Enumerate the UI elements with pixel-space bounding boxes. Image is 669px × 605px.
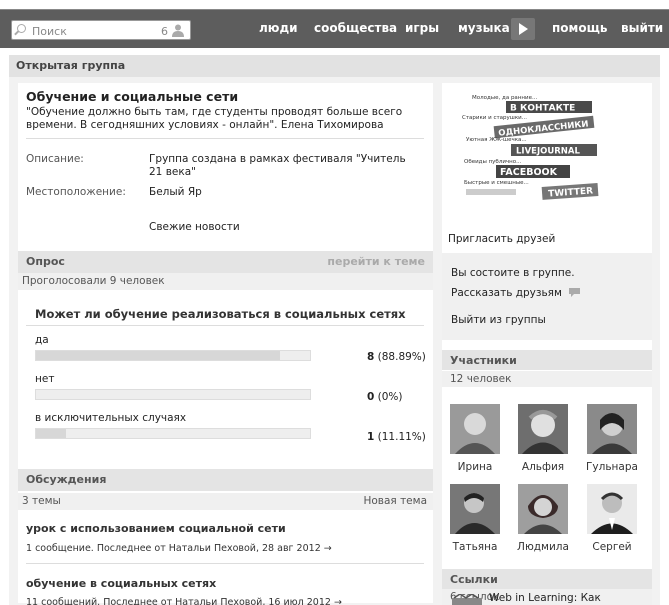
member-name[interactable]: Гульнара: [582, 461, 642, 473]
search-placeholder: Поиск: [32, 25, 67, 38]
topic-title[interactable]: обучение в социальных сетях: [26, 577, 216, 590]
link-title[interactable]: Web in Learning: Как: [489, 592, 601, 604]
top-navigation-bar: Поиск 6 люди сообщества игры музыка помо…: [0, 9, 669, 48]
speech-bubble-icon: [569, 288, 581, 297]
members-count: 12 человек: [450, 373, 512, 385]
topic-meta: 11 сообщений. Последнее от Натальи Пехов…: [26, 597, 342, 605]
poll-voted: Проголосовали 9 человек: [22, 275, 165, 287]
poll-option-label: нет: [35, 373, 55, 385]
members-header: Участники: [442, 350, 652, 370]
link-favicon-icon: [452, 594, 482, 605]
avatar[interactable]: [518, 404, 568, 454]
divider: [26, 563, 424, 564]
member-card[interactable]: Сергей: [582, 484, 642, 553]
nav-music[interactable]: музыка: [458, 21, 510, 35]
group-title: Обучение и социальные сети: [26, 89, 239, 104]
discussions-count-bar: 3 темы Новая тема: [18, 493, 433, 510]
poll-option-label: в исключительных случаях: [35, 412, 187, 424]
nav-games[interactable]: игры: [405, 21, 439, 35]
poll-header: Опрос перейти к теме: [18, 251, 433, 273]
member-card[interactable]: Татьяна: [445, 484, 505, 553]
description-value: Группа создана в рамках фестиваля "Учите…: [149, 153, 406, 178]
poster-text: Уютная ЖЖ-шечка...: [466, 137, 527, 143]
poll-question: Может ли обучение реализоваться в социал…: [35, 307, 406, 321]
topic-title[interactable]: урок с использованием социальной сети: [26, 522, 286, 535]
poll-option-label: да: [35, 334, 49, 346]
link-item[interactable]: Web in Learning: Как: [452, 592, 652, 605]
discussions-count: 3 темы: [22, 495, 61, 507]
leave-group-link[interactable]: Выйти из группы: [451, 314, 546, 326]
avatar[interactable]: [587, 404, 637, 454]
poll-option-bar: [35, 350, 311, 361]
nav-people[interactable]: люди: [259, 21, 298, 35]
user-icon: [172, 24, 184, 37]
members-count-bar: 12 человек: [442, 371, 652, 387]
avatar[interactable]: [450, 484, 500, 534]
avatar[interactable]: [587, 484, 637, 534]
poster-text: LIVEJOURNAL: [516, 147, 580, 157]
poll-title: Опрос: [26, 255, 65, 268]
nav-help[interactable]: помощь: [552, 21, 607, 35]
invite-friends-link[interactable]: Пригласить друзей: [448, 233, 555, 245]
poll-bar-fill: [36, 351, 280, 360]
description-label: Описание:: [26, 153, 84, 165]
main-column: Обучение и социальные сети "Обучение дол…: [18, 83, 433, 605]
poll-option-result: 1 (11.11%): [367, 431, 426, 443]
fresh-news-link[interactable]: Свежие новости: [149, 221, 240, 234]
member-name[interactable]: Сергей: [582, 541, 642, 553]
search-icon: [17, 24, 26, 33]
member-card[interactable]: Альфия: [513, 404, 573, 473]
sidebar: Молодые, да ранние... В КОНТАКТЕ Старики…: [442, 83, 652, 605]
member-card[interactable]: Ирина: [445, 404, 505, 473]
new-topic-link[interactable]: Новая тема: [363, 495, 427, 507]
links-title: Ссылки: [450, 573, 498, 586]
divider: [26, 325, 424, 326]
poster-text: Старики и старушки...: [462, 115, 527, 121]
avatar[interactable]: [518, 484, 568, 534]
poll-option-result: 0 (0%): [367, 391, 403, 403]
nav-communities[interactable]: сообщества: [314, 21, 397, 35]
poster-text: В КОНТАКТЕ: [510, 104, 575, 114]
poster-text: Быстрые и смешные...: [464, 180, 529, 186]
discussions-header: Обсуждения: [18, 469, 433, 491]
member-name[interactable]: Альфия: [513, 461, 573, 473]
membership-box: Вы состоите в группе. Рассказать друзьям…: [442, 253, 652, 340]
member-name[interactable]: Людмила: [513, 541, 573, 553]
poll-option-bar: [35, 389, 311, 400]
nav-logout[interactable]: выйти: [621, 21, 663, 35]
poster-text: Молодые, да ранние...: [472, 95, 537, 101]
search-input[interactable]: Поиск 6: [11, 20, 191, 40]
discussions-title: Обсуждения: [26, 473, 107, 486]
topic-meta: 1 сообщение. Последнее от Натальи Пехово…: [26, 543, 332, 554]
location-label: Местоположение:: [26, 186, 126, 198]
page-title: Открытая группа: [16, 59, 126, 72]
play-icon[interactable]: [511, 18, 535, 40]
links-header: Ссылки: [442, 569, 652, 589]
divider: [26, 138, 424, 139]
goto-topic-link[interactable]: перейти к теме: [327, 255, 425, 268]
member-status: Вы состоите в группе.: [451, 267, 575, 279]
page-header: Открытая группа: [9, 55, 660, 77]
member-name[interactable]: Татьяна: [445, 541, 505, 553]
group-quote: "Обучение должно быть там, где студенты …: [26, 106, 403, 131]
poll-voted-bar: Проголосовали 9 человек: [18, 273, 433, 290]
poll-bar-fill: [36, 429, 67, 438]
member-name[interactable]: Ирина: [445, 461, 505, 473]
page-content: Открытая группа Обучение и социальные се…: [9, 55, 660, 605]
search-count: 6: [161, 25, 168, 38]
tell-friends-link[interactable]: Рассказать друзьям: [451, 287, 581, 299]
poll-option-result: 8 (88.89%): [367, 351, 426, 363]
group-poster-image: Молодые, да ранние... В КОНТАКТЕ Старики…: [456, 89, 606, 204]
members-title: Участники: [450, 354, 517, 367]
member-card[interactable]: Людмила: [513, 484, 573, 553]
avatar[interactable]: [450, 404, 500, 454]
poster-text: FACEBOOK: [500, 167, 558, 178]
poll-option-bar: [35, 428, 311, 439]
poster-text: Обеиды публично...: [464, 159, 522, 165]
location-value[interactable]: Белый Яр: [149, 186, 202, 199]
member-card[interactable]: Гульнара: [582, 404, 642, 473]
